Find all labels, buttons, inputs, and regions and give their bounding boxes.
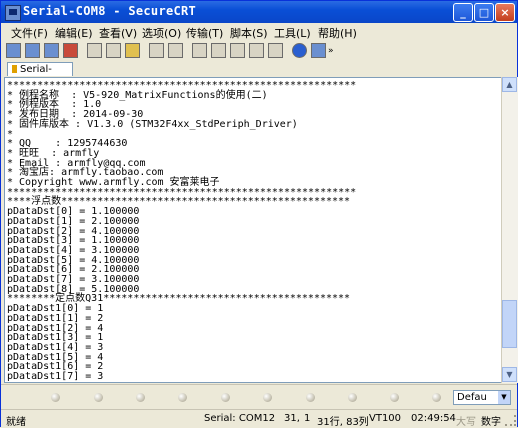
minimize-button[interactable]: _ [453, 3, 473, 22]
menu-tools[interactable]: 工具(L) [274, 25, 311, 41]
terminal-line: * 固件库版本 : V1.3.0 (STM32F4xx_StdPeriph_Dr… [7, 118, 298, 130]
chevron-down-icon[interactable]: ▼ [498, 391, 510, 404]
button-slot-10[interactable] [432, 393, 441, 402]
session-tab-strip: Serial-COM8 [1, 60, 517, 88]
button-slot-8[interactable] [348, 393, 357, 402]
settings-icon[interactable] [230, 43, 245, 58]
title-bar[interactable]: Serial-COM8 - SecureCRT _ □ × [1, 1, 517, 23]
status-num: 数字 [481, 417, 501, 428]
find-icon[interactable] [168, 43, 183, 58]
menu-bar: 文件(F) 编辑(E) 查看(V) 选项(O) 传输(T) 脚本(S) 工具(L… [1, 23, 517, 41]
button-slot-4[interactable] [178, 393, 187, 402]
menu-help[interactable]: 帮助(H) [318, 25, 357, 41]
status-caps: 大写 [456, 417, 476, 428]
session-select-value: Defau [457, 392, 487, 403]
status-bar: 就绪 Serial: COM12 31, 1 31行, 83列 VT100 02… [1, 409, 517, 428]
menu-script[interactable]: 脚本(S) [230, 25, 268, 41]
sftp-icon[interactable] [311, 43, 326, 58]
scroll-down-button[interactable]: ▼ [502, 367, 517, 382]
securecrt-app-icon[interactable] [5, 5, 21, 21]
status-col: 1 [304, 413, 311, 424]
window-title: Serial-COM8 - SecureCRT [23, 4, 197, 18]
status-ready: 就绪 [6, 417, 26, 428]
toolbar-overflow-icon[interactable]: » [328, 46, 334, 56]
copy-icon[interactable] [106, 43, 121, 58]
button-bar: Defau ▼ [1, 384, 517, 409]
menu-options[interactable]: 选项(O) [142, 25, 181, 41]
status-terminal-type: VT100 [369, 413, 402, 424]
copy-paste-icon[interactable] [149, 43, 164, 58]
connect-in-tab-icon[interactable] [44, 43, 59, 58]
disconnect-icon[interactable] [63, 43, 78, 58]
status-row: 31, [284, 413, 300, 424]
button-slot-7[interactable] [306, 393, 315, 402]
menu-edit[interactable]: 编辑(E) [55, 25, 93, 41]
button-slot-9[interactable] [390, 393, 399, 402]
menu-view[interactable]: 查看(V) [99, 25, 137, 41]
keymap-icon[interactable] [268, 43, 283, 58]
status-connection: Serial: COM12 [204, 413, 276, 424]
global-options-icon[interactable] [249, 43, 264, 58]
vertical-scrollbar[interactable]: ▲ ▼ [501, 77, 518, 383]
app-window: Serial-COM8 - SecureCRT _ □ × 文件(F) 编辑(E… [0, 0, 518, 428]
menu-transfer[interactable]: 传输(T) [186, 25, 223, 41]
help-icon[interactable] [292, 43, 307, 58]
toolbar: » [1, 41, 517, 61]
menu-file[interactable]: 文件(F) [11, 25, 48, 41]
status-time: 02:49:54 [411, 413, 456, 424]
button-slot-3[interactable] [136, 393, 145, 402]
tab-status-icon [12, 65, 17, 73]
terminal-line: pDataDst1[7] = 3 [7, 371, 104, 382]
button-slot-2[interactable] [94, 393, 103, 402]
scroll-up-button[interactable]: ▲ [502, 77, 517, 92]
print-setup-icon[interactable] [211, 43, 226, 58]
quick-connect-icon[interactable] [25, 43, 40, 58]
session-select[interactable]: Defau ▼ [453, 390, 511, 405]
print-icon[interactable] [192, 43, 207, 58]
maximize-button[interactable]: □ [474, 3, 494, 22]
button-slot-1[interactable] [51, 393, 60, 402]
button-slot-5[interactable] [221, 393, 230, 402]
tab-serial-com8[interactable]: Serial-COM8 [7, 62, 73, 88]
paste-icon[interactable] [125, 43, 140, 58]
status-rows-cols: 31行, 83列 [317, 417, 369, 428]
connect-icon[interactable] [6, 43, 21, 58]
button-slot-6[interactable] [263, 393, 272, 402]
resize-grip-icon[interactable] [505, 415, 516, 426]
scroll-thumb[interactable] [502, 300, 517, 348]
close-button[interactable]: × [495, 3, 515, 22]
terminal-output[interactable]: ****************************************… [4, 77, 502, 383]
reconnect-icon[interactable] [87, 43, 102, 58]
